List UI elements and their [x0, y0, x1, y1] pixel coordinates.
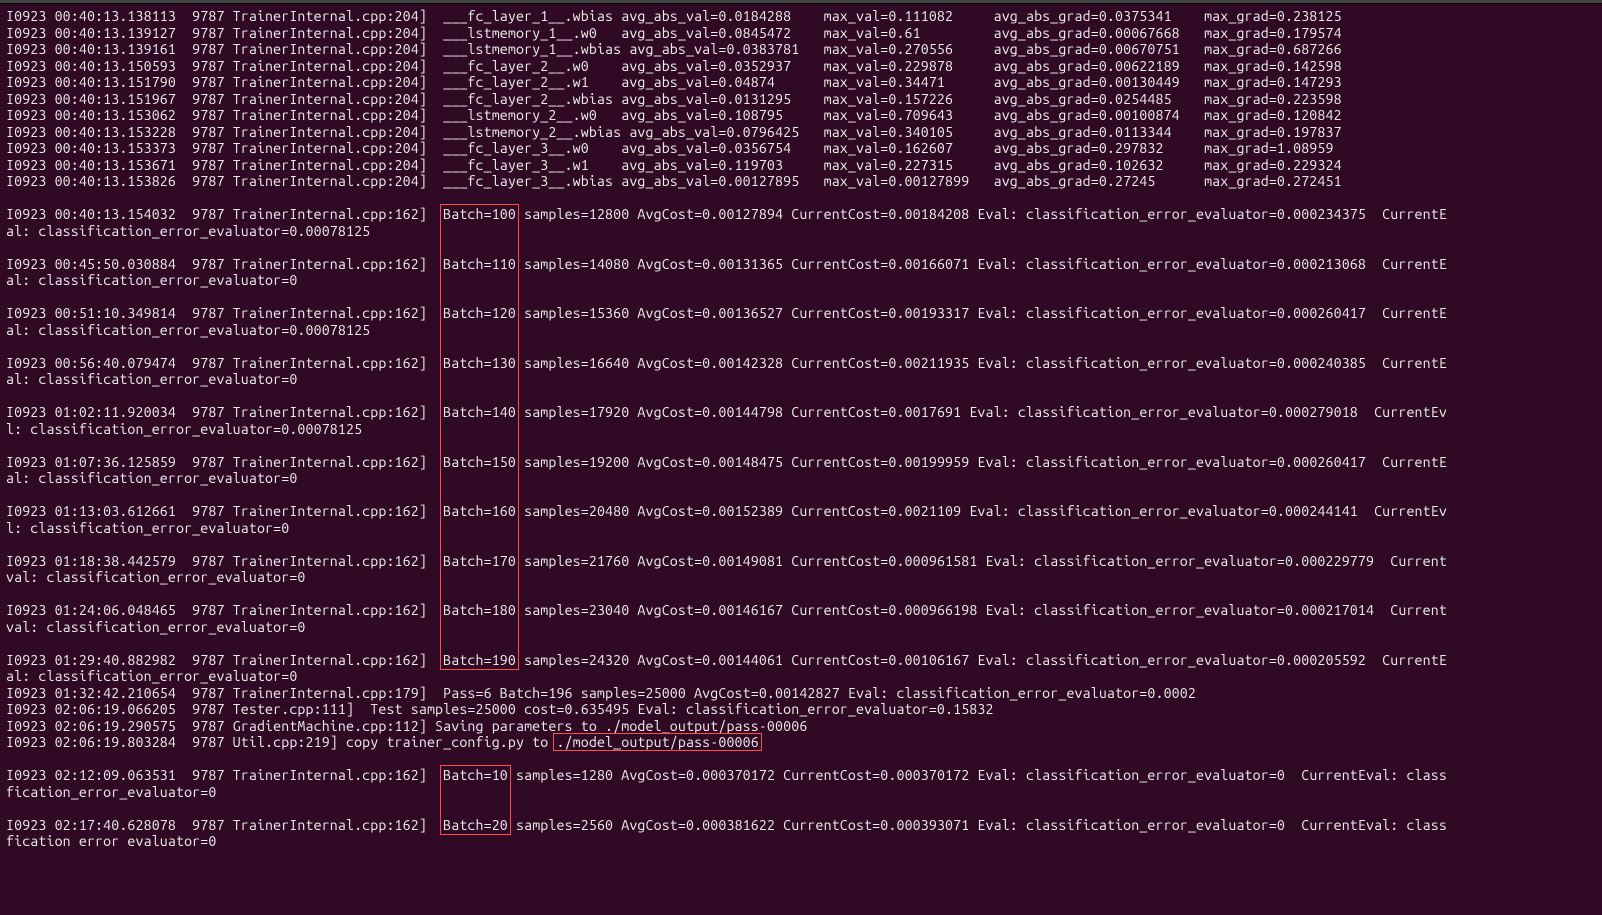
log-line-wrap: val: classification_error_evaluator=0 [6, 619, 1596, 636]
batch-token: Batch=170 [443, 553, 516, 569]
blank-line [6, 635, 1596, 652]
blank-line [6, 338, 1596, 355]
log-prefix: I0923 02:06:19.803284 9787 Util.cpp:219]… [6, 734, 556, 750]
blank-line [6, 751, 1596, 768]
log-line-wrap: al: classification_error_evaluator=0 [6, 371, 1596, 388]
log-rest: samples=23040 AvgCost=0.00146167 Current… [516, 602, 1447, 618]
log-line-wrap: l: classification_error_evaluator=0.0007… [6, 421, 1596, 438]
log-line-batch: I0923 00:45:50.030884 9787 TrainerIntern… [6, 256, 1596, 273]
log-rest: samples=14080 AvgCost=0.00131365 Current… [516, 256, 1447, 272]
log-prefix: I0923 01:29:40.882982 9787 TrainerIntern… [6, 652, 443, 668]
log-line-wrap: al: classification_error_evaluator=0 [6, 470, 1596, 487]
log-line-batch: I0923 01:13:03.612661 9787 TrainerIntern… [6, 503, 1596, 520]
log-prefix: I0923 00:51:10.349814 9787 TrainerIntern… [6, 305, 443, 321]
log-rest: samples=17920 AvgCost=0.00144798 Current… [516, 404, 1447, 420]
blank-line [6, 800, 1596, 817]
log-line-batch: I0923 00:56:40.079474 9787 TrainerIntern… [6, 355, 1596, 372]
log-rest: samples=19200 AvgCost=0.00148475 Current… [516, 454, 1447, 470]
log-rest: samples=2560 AvgCost=0.000381622 Current… [508, 817, 1447, 833]
blank-line [6, 536, 1596, 553]
log-prefix: I0923 01:13:03.612661 9787 TrainerIntern… [6, 503, 443, 519]
batch-token: Batch=100 [443, 206, 516, 222]
log-line-param: I0923 00:40:13.139161 9787 TrainerIntern… [6, 41, 1596, 58]
log-line-param: I0923 00:40:13.153062 9787 TrainerIntern… [6, 107, 1596, 124]
log-rest: samples=24320 AvgCost=0.00144061 Current… [516, 652, 1447, 668]
log-rest: samples=12800 AvgCost=0.00127894 Current… [516, 206, 1447, 222]
log-line-wrap: l: classification_error_evaluator=0 [6, 520, 1596, 537]
log-line-param: I0923 00:40:13.153228 9787 TrainerIntern… [6, 124, 1596, 141]
log-line-batch: I0923 01:18:38.442579 9787 TrainerIntern… [6, 553, 1596, 570]
log-line-batch: I0923 02:12:09.063531 9787 TrainerIntern… [6, 767, 1596, 784]
log-line-batch: I0923 01:29:40.882982 9787 TrainerIntern… [6, 652, 1596, 669]
log-line-batch: I0923 00:40:13.154032 9787 TrainerIntern… [6, 206, 1596, 223]
blank-line [6, 239, 1596, 256]
batch-token: Batch=180 [443, 602, 516, 618]
log-line-batch: I0923 02:17:40.628078 9787 TrainerIntern… [6, 817, 1596, 834]
log-prefix: I0923 01:02:11.920034 9787 TrainerIntern… [6, 404, 443, 420]
log-line-save: I0923 02:06:19.290575 9787 GradientMachi… [6, 718, 1596, 735]
blank-line [6, 388, 1596, 405]
batch-token: Batch=110 [443, 256, 516, 272]
log-rest: samples=21760 AvgCost=0.00149081 Current… [516, 553, 1447, 569]
log-line-param: I0923 00:40:13.153373 9787 TrainerIntern… [6, 140, 1596, 157]
log-rest: samples=20480 AvgCost=0.00152389 Current… [516, 503, 1447, 519]
log-prefix: I0923 01:24:06.048465 9787 TrainerIntern… [6, 602, 443, 618]
batch-token: Batch=10 [443, 767, 508, 783]
batch-token: Batch=120 [443, 305, 516, 321]
batch-token: Batch=130 [443, 355, 516, 371]
log-rest: samples=16640 AvgCost=0.00142328 Current… [516, 355, 1447, 371]
batch-token: Batch=190 [443, 652, 516, 668]
log-line-param: I0923 00:40:13.151967 9787 TrainerIntern… [6, 91, 1596, 108]
blank-line [6, 190, 1596, 207]
batch-token: Batch=140 [443, 404, 516, 420]
log-line-batch: I0923 00:51:10.349814 9787 TrainerIntern… [6, 305, 1596, 322]
log-line-wrap: al: classification_error_evaluator=0 [6, 272, 1596, 289]
log-prefix: I0923 02:17:40.628078 9787 TrainerIntern… [6, 817, 443, 833]
log-line-param: I0923 00:40:13.138113 9787 TrainerIntern… [6, 8, 1596, 25]
log-line-batch: I0923 01:24:06.048465 9787 TrainerIntern… [6, 602, 1596, 619]
blank-line [6, 289, 1596, 306]
log-line-tail: I0923 01:32:42.210654 9787 TrainerIntern… [6, 685, 1596, 702]
batch-token: Batch=160 [443, 503, 516, 519]
blank-line [6, 586, 1596, 603]
log-line-param: I0923 00:40:13.139127 9787 TrainerIntern… [6, 25, 1596, 42]
log-line-batch: I0923 01:02:11.920034 9787 TrainerIntern… [6, 404, 1596, 421]
model-output-path: ./model_output/pass-00006 [556, 734, 758, 750]
blank-line [6, 487, 1596, 504]
log-line-tail: I0923 02:06:19.066205 9787 Tester.cpp:11… [6, 701, 1596, 718]
log-line-wrap: fication error evaluator=0 [6, 833, 1596, 850]
log-line-param: I0923 00:40:13.150593 9787 TrainerIntern… [6, 58, 1596, 75]
log-line-wrap: val: classification_error_evaluator=0 [6, 569, 1596, 586]
log-rest: samples=1280 AvgCost=0.000370172 Current… [508, 767, 1447, 783]
log-prefix: I0923 02:12:09.063531 9787 TrainerIntern… [6, 767, 443, 783]
log-prefix: I0923 00:56:40.079474 9787 TrainerIntern… [6, 355, 443, 371]
log-rest: samples=15360 AvgCost=0.00136527 Current… [516, 305, 1447, 321]
log-line-param: I0923 00:40:13.151790 9787 TrainerIntern… [6, 74, 1596, 91]
log-line-copy: I0923 02:06:19.803284 9787 Util.cpp:219]… [6, 734, 1596, 751]
log-line-param: I0923 00:40:13.153671 9787 TrainerIntern… [6, 157, 1596, 174]
log-prefix: I0923 01:07:36.125859 9787 TrainerIntern… [6, 454, 443, 470]
log-line-wrap: al: classification_error_evaluator=0.000… [6, 223, 1596, 240]
log-line-param: I0923 00:40:13.153826 9787 TrainerIntern… [6, 173, 1596, 190]
batch-token: Batch=20 [443, 817, 508, 833]
log-line-wrap: fication_error_evaluator=0 [6, 784, 1596, 801]
log-prefix: I0923 00:45:50.030884 9787 TrainerIntern… [6, 256, 443, 272]
log-line-batch: I0923 01:07:36.125859 9787 TrainerIntern… [6, 454, 1596, 471]
log-prefix: I0923 00:40:13.154032 9787 TrainerIntern… [6, 206, 443, 222]
blank-line [6, 437, 1596, 454]
log-line-wrap: al: classification_error_evaluator=0 [6, 668, 1596, 685]
log-prefix: I0923 01:18:38.442579 9787 TrainerIntern… [6, 553, 443, 569]
terminal-output[interactable]: I0923 00:40:13.138113 9787 TrainerIntern… [0, 4, 1602, 854]
log-line-wrap: al: classification_error_evaluator=0.000… [6, 322, 1596, 339]
batch-token: Batch=150 [443, 454, 516, 470]
